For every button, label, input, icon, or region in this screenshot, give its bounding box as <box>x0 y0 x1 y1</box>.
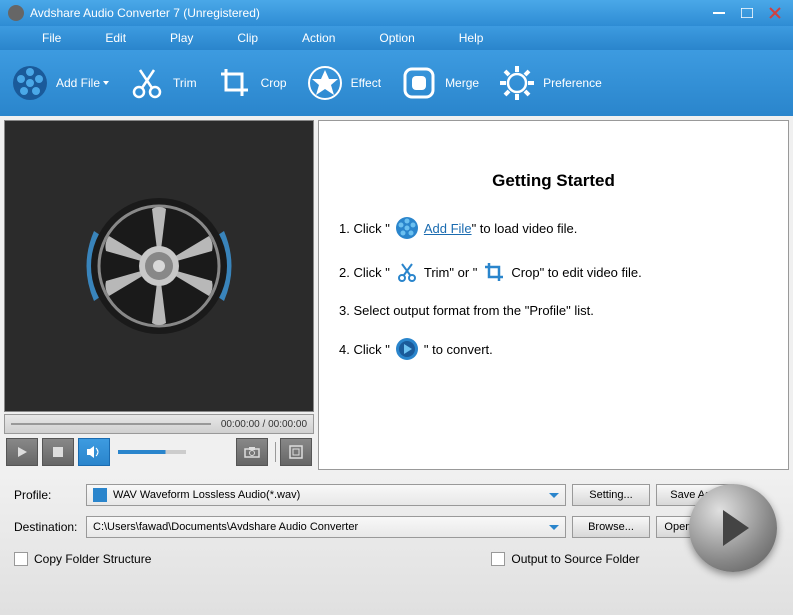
play-icon <box>723 510 749 546</box>
destination-label: Destination: <box>14 520 86 534</box>
output-source-checkbox[interactable]: Output to Source Folder <box>491 552 639 566</box>
effect-label: Effect <box>351 76 381 90</box>
merge-button[interactable]: Merge <box>399 63 479 103</box>
merge-label: Merge <box>445 76 479 90</box>
trim-button[interactable]: Trim <box>127 63 197 103</box>
step-1: 1. Click " Add File " to load video file… <box>339 215 768 241</box>
main-area: 00:00:00 / 00:00:00 Getting Started <box>0 116 793 474</box>
timeline-slider[interactable] <box>11 423 211 425</box>
minimize-button[interactable] <box>709 5 729 21</box>
add-file-link[interactable]: Add File <box>424 221 472 236</box>
convert-icon <box>394 336 420 362</box>
crop-icon <box>481 259 507 285</box>
chevron-down-icon <box>549 525 559 530</box>
effect-button[interactable]: Effect <box>305 63 381 103</box>
maximize-button[interactable] <box>737 5 757 21</box>
playback-controls <box>4 434 314 470</box>
volume-button[interactable] <box>78 438 110 466</box>
crop-label: Crop <box>261 76 287 90</box>
fullscreen-button[interactable] <box>280 438 312 466</box>
close-button[interactable] <box>765 5 785 21</box>
chevron-down-icon <box>103 81 109 85</box>
scissors-icon <box>394 259 420 285</box>
profile-combo[interactable]: WAV Waveform Lossless Audio(*.wav) <box>86 484 566 506</box>
getting-started-heading: Getting Started <box>339 171 768 191</box>
preference-button[interactable]: Preference <box>497 63 602 103</box>
time-display-bar: 00:00:00 / 00:00:00 <box>4 414 314 434</box>
trim-label: Trim <box>173 76 197 90</box>
copy-folder-checkbox[interactable]: Copy Folder Structure <box>14 552 151 566</box>
video-preview <box>4 120 314 412</box>
convert-button[interactable] <box>689 484 777 572</box>
reel-icon <box>394 215 420 241</box>
browse-button[interactable]: Browse... <box>572 516 650 538</box>
profile-label: Profile: <box>14 488 86 502</box>
chevron-down-icon <box>549 493 559 498</box>
step-4: 4. Click " " to convert. <box>339 336 768 362</box>
profile-value: WAV Waveform Lossless Audio(*.wav) <box>113 489 300 501</box>
checkbox-icon <box>14 552 28 566</box>
toolbar: Add File Trim Crop Effect Merge Preferen… <box>0 50 793 116</box>
content-panel: Getting Started 1. Click " Add File " to… <box>318 120 789 470</box>
gear-icon <box>497 63 537 103</box>
destination-combo[interactable]: C:\Users\fawad\Documents\Avdshare Audio … <box>86 516 566 538</box>
window-title: Avdshare Audio Converter 7 (Unregistered… <box>30 6 260 20</box>
bottom-panel: Profile: WAV Waveform Lossless Audio(*.w… <box>0 474 793 615</box>
step-3: 3. Select output format from the "Profil… <box>339 303 768 318</box>
menu-play[interactable]: Play <box>148 31 215 45</box>
scissors-icon <box>127 63 167 103</box>
crop-icon <box>215 63 255 103</box>
play-button[interactable] <box>6 438 38 466</box>
star-icon <box>305 63 345 103</box>
placeholder-wheel-icon <box>74 181 244 351</box>
preview-panel: 00:00:00 / 00:00:00 <box>4 120 314 470</box>
menu-edit[interactable]: Edit <box>83 31 148 45</box>
stop-button[interactable] <box>42 438 74 466</box>
volume-slider[interactable] <box>118 450 186 454</box>
step-2: 2. Click " Trim" or " Crop" to edit vide… <box>339 259 768 285</box>
preference-label: Preference <box>543 76 602 90</box>
menubar: File Edit Play Clip Action Option Help <box>0 26 793 50</box>
crop-button[interactable]: Crop <box>215 63 287 103</box>
reel-icon <box>10 63 50 103</box>
time-text: 00:00:00 / 00:00:00 <box>221 419 307 430</box>
merge-icon <box>399 63 439 103</box>
checkbox-icon <box>491 552 505 566</box>
menu-file[interactable]: File <box>20 31 83 45</box>
menu-action[interactable]: Action <box>280 31 357 45</box>
add-file-label: Add File <box>56 76 100 90</box>
setting-button[interactable]: Setting... <box>572 484 650 506</box>
snapshot-button[interactable] <box>236 438 268 466</box>
menu-option[interactable]: Option <box>357 31 436 45</box>
destination-value: C:\Users\fawad\Documents\Avdshare Audio … <box>93 521 358 533</box>
format-icon <box>93 488 107 502</box>
titlebar: Avdshare Audio Converter 7 (Unregistered… <box>0 0 793 26</box>
add-file-button[interactable]: Add File <box>10 63 109 103</box>
app-icon <box>8 5 24 21</box>
menu-clip[interactable]: Clip <box>215 31 280 45</box>
menu-help[interactable]: Help <box>437 31 506 45</box>
